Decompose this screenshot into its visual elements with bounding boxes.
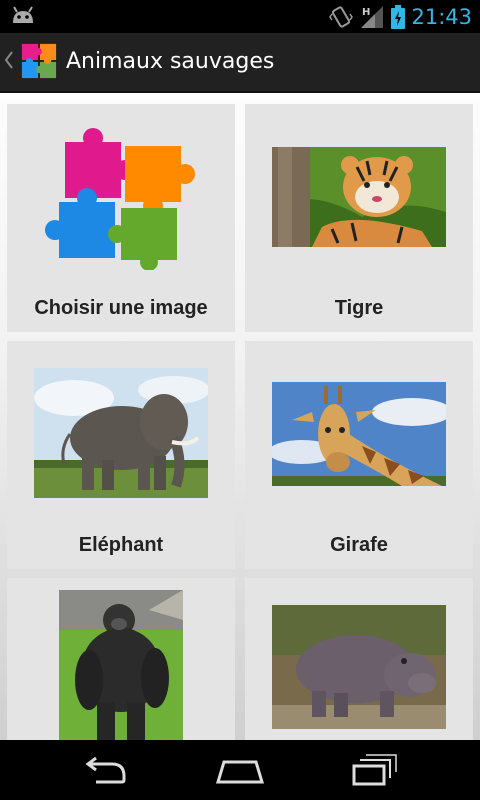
up-caret-icon[interactable] xyxy=(4,48,14,72)
image-grid: Choisir une image Tigre Eléphant Girafe xyxy=(0,93,480,740)
grid-item-hippo[interactable] xyxy=(245,578,473,740)
network-type: H xyxy=(362,7,370,18)
puzzle-image xyxy=(45,128,195,270)
grid-item-label: Choisir une image xyxy=(34,297,208,319)
grid-item-label: Eléphant xyxy=(78,534,164,556)
recent-apps-icon[interactable] xyxy=(344,752,404,788)
hippo-photo xyxy=(272,605,446,729)
battery-icon xyxy=(391,4,406,29)
status-bar: H 21:43 xyxy=(0,0,480,33)
vibrate-icon xyxy=(329,5,354,28)
grid-item-gorilla[interactable] xyxy=(7,578,235,740)
app-title: Animaux sauvages xyxy=(66,49,275,74)
status-clock: 21:43 xyxy=(411,4,472,29)
grid-item-tiger[interactable]: Tigre xyxy=(245,104,473,332)
grid-item-choose-image[interactable]: Choisir une image xyxy=(7,104,235,332)
android-icon xyxy=(13,6,33,23)
signal-icon: H xyxy=(361,5,384,28)
grid-item-elephant[interactable]: Eléphant xyxy=(7,341,235,569)
grid-item-giraffe[interactable]: Girafe xyxy=(245,341,473,569)
action-bar: Animaux sauvages xyxy=(0,33,480,93)
tiger-photo xyxy=(272,147,446,247)
giraffe-photo xyxy=(272,382,446,486)
home-icon[interactable] xyxy=(210,752,270,788)
grid-item-label: Tigre xyxy=(334,297,384,319)
navigation-bar xyxy=(0,740,480,800)
back-icon[interactable] xyxy=(76,752,136,788)
gorilla-photo xyxy=(59,590,183,740)
elephant-photo xyxy=(34,368,208,498)
puzzle-logo-icon[interactable] xyxy=(20,42,58,80)
grid-item-label: Girafe xyxy=(330,534,388,556)
